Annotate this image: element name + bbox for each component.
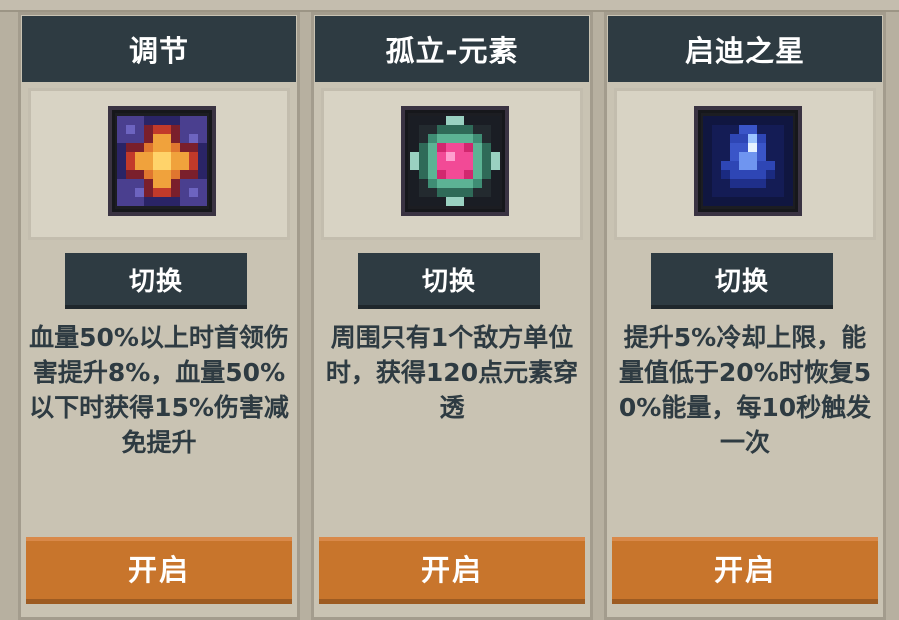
- sun-star-rune-icon: [108, 106, 216, 216]
- blue-crystal-rune-icon: [694, 106, 802, 216]
- rune-card-2: 孤立-元素 切换 周围只有1个敌方单位时，获得120点元素穿透 开启: [311, 12, 593, 620]
- card-title: 调节: [22, 16, 296, 82]
- icon-panel: [614, 88, 876, 240]
- rune-card-3: 启迪之星 切换 提升5%冷却上限，能量值低于20%时恢复50%能量，每10秒触发…: [604, 12, 886, 620]
- card-title: 孤立-元素: [315, 16, 589, 82]
- top-border-strip: [0, 0, 899, 12]
- card-description: 周围只有1个敌方单位时，获得120点元素穿透: [325, 323, 579, 422]
- open-button[interactable]: 开启: [26, 537, 292, 599]
- icon-panel: [28, 88, 290, 240]
- open-button[interactable]: 开启: [612, 537, 878, 599]
- card-title: 启迪之星: [608, 16, 882, 82]
- card-description: 血量50%以上时首领伤害提升8%，血量50%以下时获得15%伤害减免提升: [29, 323, 289, 457]
- card-description: 提升5%冷却上限，能量值低于20%时恢复50%能量，每10秒触发一次: [618, 323, 872, 457]
- icon-panel: [321, 88, 583, 240]
- rune-card-1: 调节 切换 血量50%以上时首领伤害提升8%，血量50%以下时获得15%伤害减免…: [18, 12, 300, 620]
- switch-button[interactable]: 切换: [651, 253, 833, 305]
- switch-button[interactable]: 切换: [65, 253, 247, 305]
- open-button[interactable]: 开启: [319, 537, 585, 599]
- pink-gem-rune-icon: [401, 106, 509, 216]
- switch-button[interactable]: 切换: [358, 253, 540, 305]
